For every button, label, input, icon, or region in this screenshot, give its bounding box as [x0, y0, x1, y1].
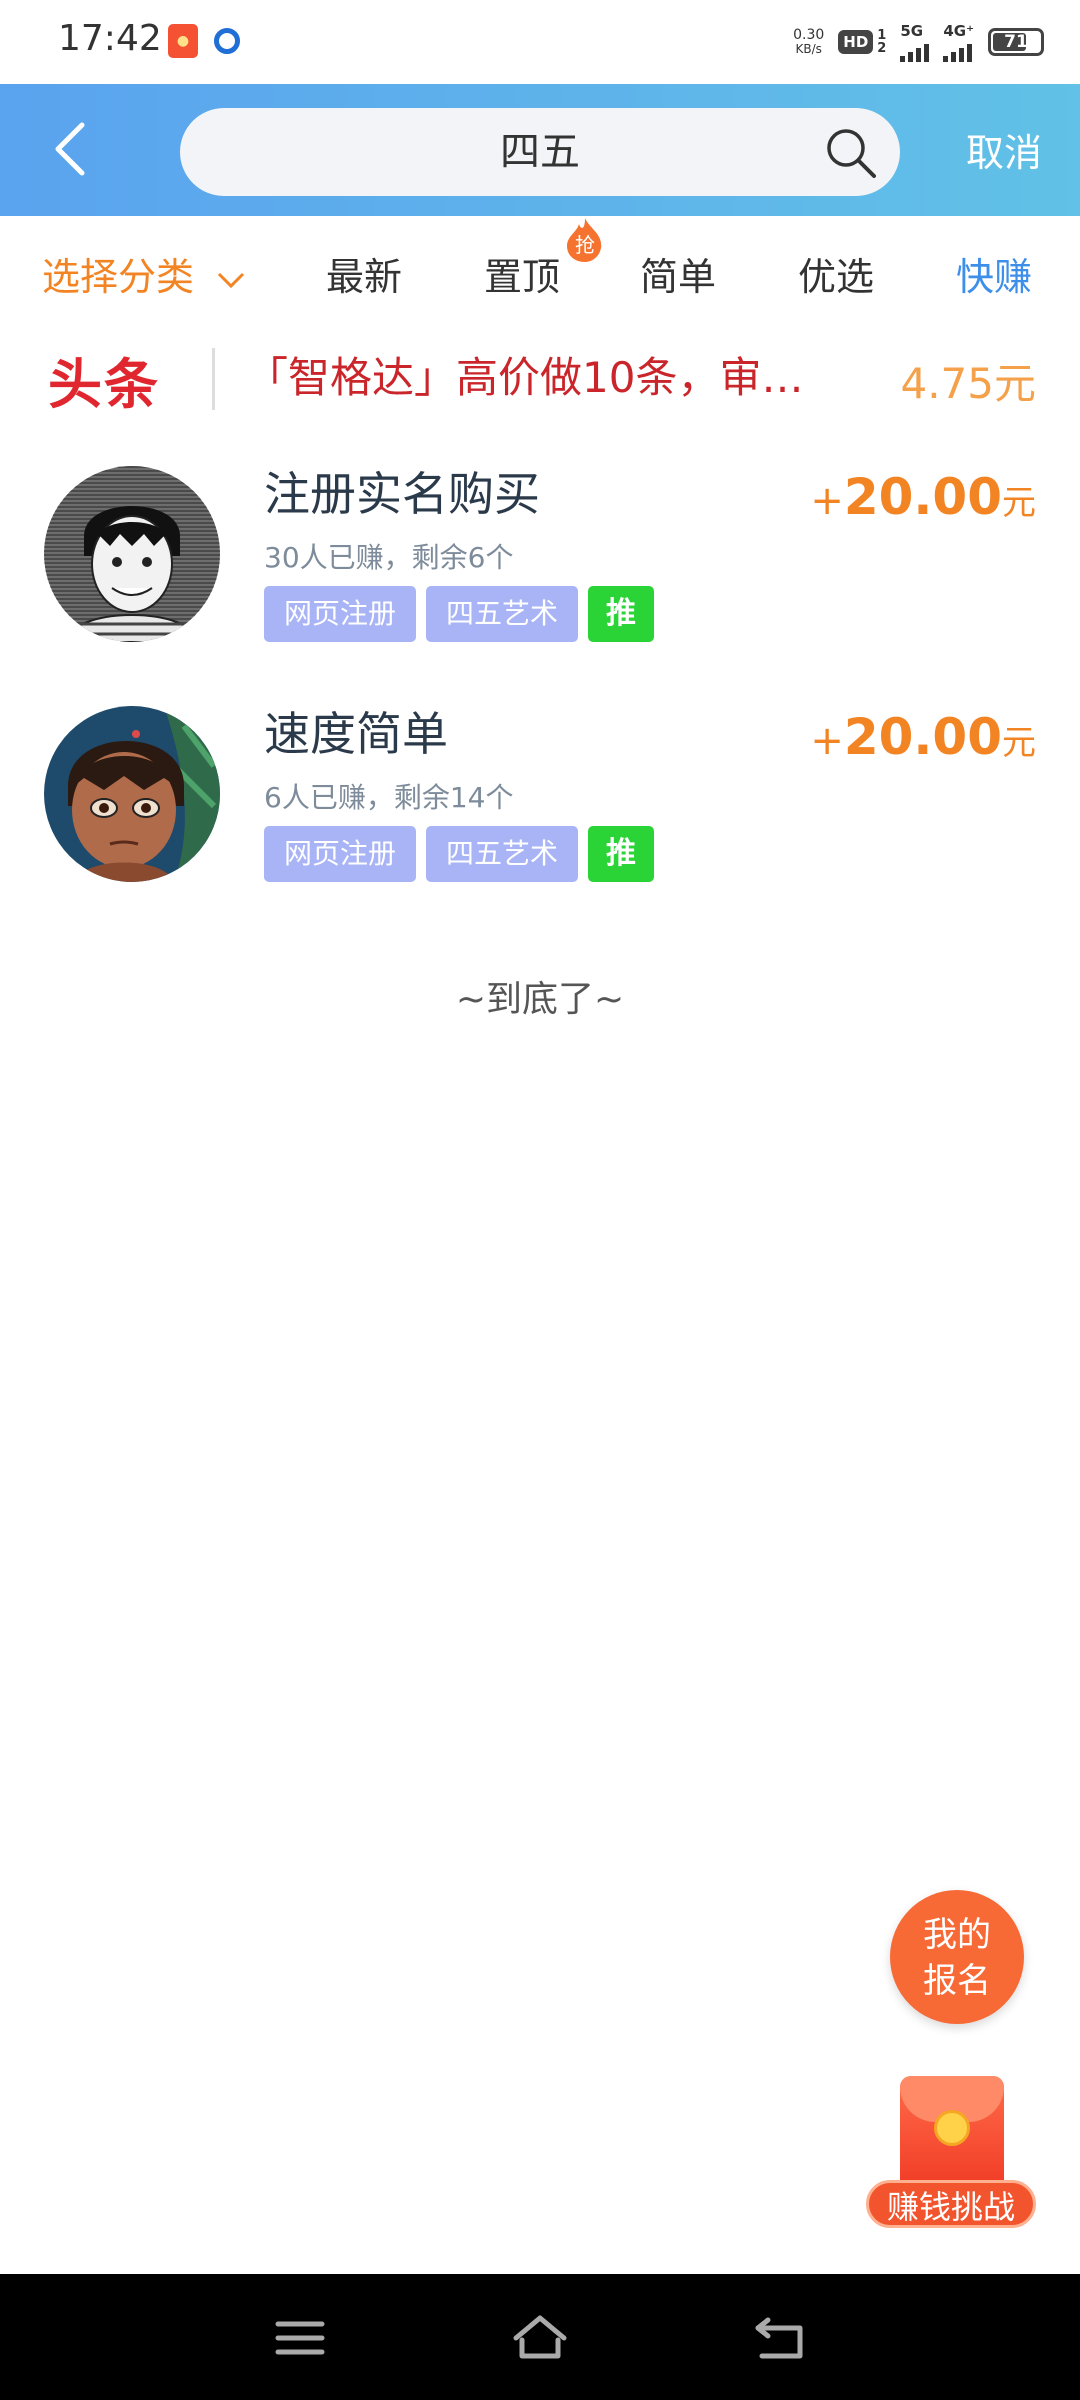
reward-sign: + [810, 478, 844, 524]
home-icon[interactable] [510, 2310, 570, 2366]
search-header: 四五 取消 [0, 84, 1080, 216]
signup-line2: 报名 [923, 1961, 991, 2001]
status-time: 17:42 [58, 18, 162, 59]
chevron-left-icon [55, 122, 85, 176]
network-4g-label: 4G⁺ [943, 22, 974, 40]
headline-text: 「智格达」高价做10条，审… [246, 353, 804, 402]
task-tags: 网页注册 四五艺术 推 [264, 826, 655, 882]
reward-amount: 20.00 [843, 708, 1002, 766]
reward-unit: 元 [1002, 483, 1036, 523]
avatar [44, 466, 220, 642]
reward-amount: 20.00 [843, 468, 1002, 526]
fire-badge-icon: 抢 [567, 218, 602, 262]
tab-simple[interactable]: 简单 [640, 246, 716, 301]
filter-tabs: 选择分类 最新 置顶 简单 优选 快赚 [0, 216, 1080, 322]
signal-bars-icon [900, 40, 930, 62]
reward-unit: 元 [1002, 723, 1036, 763]
task-title: 注册实名购买 [264, 467, 540, 521]
sync-icon [214, 28, 240, 54]
app-root: 17:42 ● 0.30 KB/s HD 1 2 5G 4G⁺ 71 四五 取消… [0, 0, 1080, 2400]
system-nav-bar [0, 2274, 1080, 2400]
task-reward: +20.00元 [810, 468, 1036, 526]
tab-pinned[interactable]: 置顶 [484, 246, 560, 301]
task-reward: +20.00元 [810, 708, 1036, 766]
headline-price: 4.75元 [900, 359, 1036, 408]
back-button[interactable] [40, 114, 100, 184]
headline-divider [212, 348, 215, 410]
avatar-image [44, 466, 220, 642]
task-meta: 30人已赚，剩余6个 [264, 541, 514, 574]
signup-line1: 我的 [923, 1915, 991, 1955]
category-label: 选择分类 [42, 255, 195, 299]
signal-4g: 4G⁺ [943, 22, 974, 62]
task-title: 速度简单 [264, 707, 448, 761]
sim2-label: 2 [877, 41, 887, 56]
push-tag: 推 [588, 586, 655, 642]
tab-featured[interactable]: 优选 [798, 246, 874, 301]
search-query: 四五 [500, 129, 580, 175]
search-input[interactable]: 四五 [180, 108, 900, 196]
tag-label: 网页注册 [264, 586, 417, 642]
challenge-label: 赚钱挑战 [866, 2180, 1036, 2228]
back-icon[interactable] [750, 2310, 810, 2366]
battery-icon: 71 [988, 28, 1044, 56]
task-tags: 网页注册 四五艺术 推 [264, 586, 655, 642]
cancel-button[interactable]: 取消 [966, 122, 1042, 177]
headline-banner[interactable]: 头条 「智格达」高价做10条，审… 4.75元 [0, 322, 1080, 432]
task-item[interactable]: 注册实名购买 30人已赚，剩余6个 网页注册 四五艺术 推 +20.00元 [0, 446, 1080, 686]
task-item[interactable]: 速度简单 6人已赚，剩余14个 网页注册 四五艺术 推 +20.00元 [0, 686, 1080, 926]
sim-indicator: 1 2 [877, 29, 886, 55]
status-bar: 17:42 ● 0.30 KB/s HD 1 2 5G 4G⁺ 71 [0, 0, 1080, 84]
earn-challenge-button[interactable]: 赚钱挑战 [866, 2070, 1036, 2230]
net-speed-unit: KB/s [795, 42, 822, 56]
network-5g-label: 5G [900, 22, 924, 40]
avatar [44, 706, 220, 882]
tab-quick-earn[interactable]: 快赚 [956, 246, 1032, 301]
end-of-list-text: ~到底了~ [455, 979, 625, 1020]
category-dropdown[interactable]: 选择分类 [42, 246, 246, 301]
my-signups-button[interactable]: 我的 报名 [890, 1890, 1024, 2024]
tag-label: 网页注册 [264, 826, 417, 882]
net-speed: 0.30 KB/s [793, 28, 824, 56]
net-speed-value: 0.30 [793, 27, 825, 43]
status-indicators: 0.30 KB/s HD 1 2 5G 4G⁺ 71 [793, 22, 1044, 62]
app-notification-icon: ● [168, 24, 198, 58]
chevron-down-icon [218, 272, 245, 288]
tag-label: 四五艺术 [426, 826, 579, 882]
battery-level: 71 [1004, 32, 1028, 52]
red-envelope-icon [900, 2076, 1004, 2194]
reward-sign: + [810, 718, 844, 764]
avatar-image [44, 706, 220, 882]
signal-bars-icon [943, 40, 973, 62]
hot-badge-label: 抢 [575, 233, 595, 257]
tag-label: 四五艺术 [426, 586, 579, 642]
headline-logo: 头条 [48, 353, 160, 416]
search-icon[interactable] [824, 126, 878, 180]
hd-badge: HD [838, 30, 874, 54]
menu-icon[interactable] [270, 2310, 330, 2366]
signal-5g: 5G [900, 22, 930, 62]
tab-newest[interactable]: 最新 [326, 246, 402, 301]
task-meta: 6人已赚，剩余14个 [264, 781, 514, 814]
push-tag: 推 [588, 826, 655, 882]
